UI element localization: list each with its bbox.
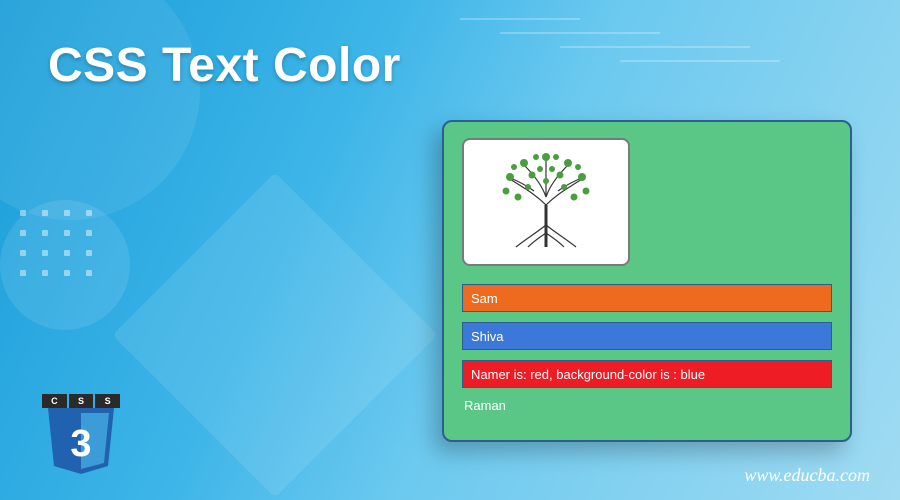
tree-image-card (462, 138, 630, 266)
logo-letter-s: S (69, 394, 94, 408)
text-bar-orange: Sam (462, 284, 832, 312)
logo-letter-s: S (95, 394, 120, 408)
deco-diamond (112, 172, 437, 497)
bar-label: Sam (471, 291, 498, 306)
example-panel: Sam Shiva Namer is: red, background-colo… (442, 120, 852, 442)
page-title: CSS Text Color (48, 38, 401, 93)
deco-speed-lines (440, 0, 800, 80)
bar-label: Namer is: red, background-color is : blu… (471, 367, 705, 382)
plain-text-row: Raman (462, 398, 832, 413)
deco-dot-grid (20, 210, 94, 276)
deco-circle-large (0, 0, 200, 220)
tree-icon (486, 147, 606, 257)
site-url: www.educba.com (744, 465, 870, 486)
logo-letter-c: C (42, 394, 67, 408)
css3-shield-icon: 3 (42, 408, 120, 478)
bar-label: Shiva (471, 329, 504, 344)
css3-logo-tabs: C S S (42, 394, 120, 408)
css3-logo: C S S 3 (42, 394, 120, 478)
text-bar-red: Namer is: red, background-color is : blu… (462, 360, 832, 388)
text-bar-blue: Shiva (462, 322, 832, 350)
css3-three: 3 (70, 423, 91, 465)
slide-canvas: CSS Text Color (0, 0, 900, 500)
